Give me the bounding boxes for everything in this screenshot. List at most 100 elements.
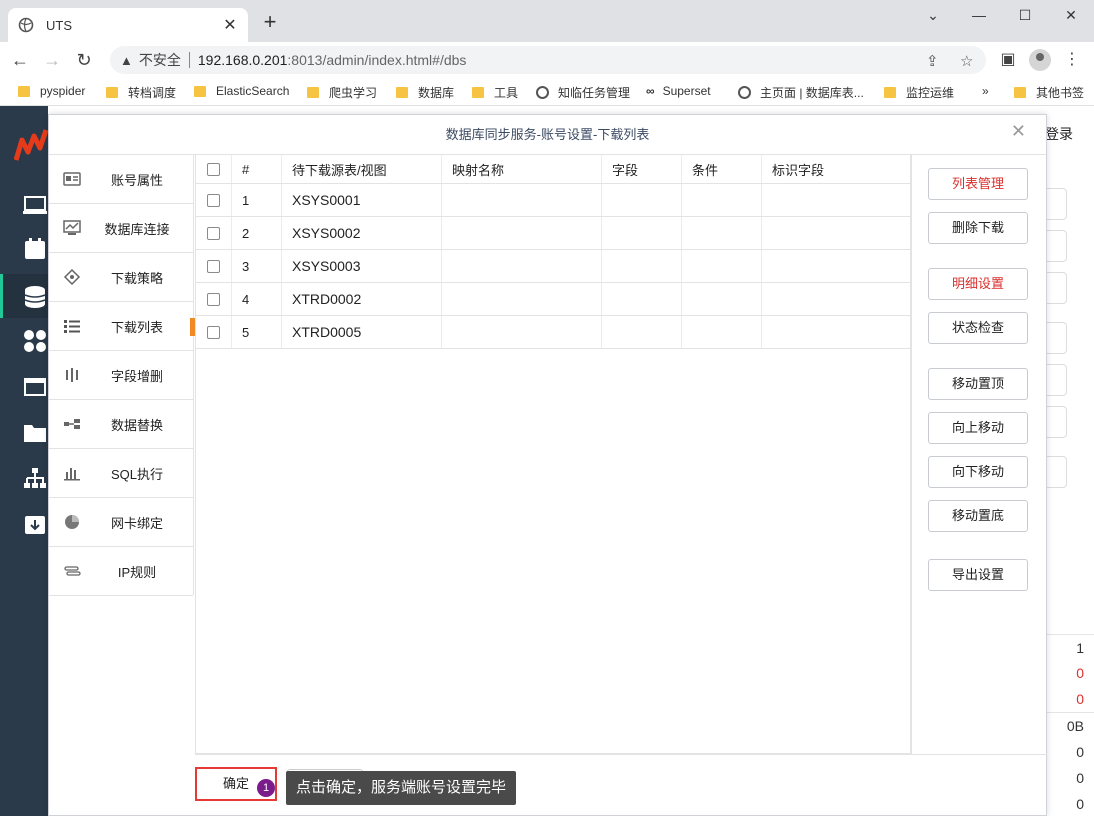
input-box[interactable] [1047,272,1067,304]
tab-search-icon[interactable]: ⌄ [918,4,948,26]
folder-icon [472,87,484,98]
address-bar[interactable]: ▲ 不安全 192.168.0.201:8013/admin/index.htm… [110,46,986,74]
folder-list-icon[interactable] [22,420,48,446]
side-panel-icon[interactable]: ▣ [996,48,1020,72]
menu-icon[interactable]: ⋮ [1060,48,1084,72]
login-link[interactable]: 登录 [1045,124,1073,144]
maximize-icon[interactable]: ☐ [1010,4,1040,26]
new-tab-button[interactable]: + [258,10,282,34]
tab-close-icon[interactable]: ✕ [222,15,238,35]
globe-icon [18,17,34,33]
row-checkbox[interactable] [207,325,220,339]
laptop-icon[interactable] [22,192,48,218]
menu-item-nic-binding[interactable]: 网卡绑定 [49,498,193,547]
table-header: # 待下载源表/视图 映射名称 字段 条件 标识字段 [196,155,910,184]
row-checkbox[interactable] [207,226,220,240]
close-window-icon[interactable]: ✕ [1056,4,1086,26]
table-row[interactable]: 3 XSYS0003 [196,250,910,283]
menu-item-data-replace[interactable]: 数据替换 [49,400,193,449]
bookmarks-more[interactable]: » [982,84,989,98]
input-box[interactable] [1047,456,1067,488]
minimize-icon[interactable]: — [964,4,994,26]
folder-icon [18,85,30,97]
url-path: :8013/admin/index.html#/dbs [287,52,467,68]
globe-icon [536,86,549,99]
window-icon[interactable] [22,374,48,400]
table-row[interactable]: 2 XSYS0002 [196,217,910,250]
share-icon[interactable]: ⇪ [926,52,939,70]
input-box[interactable] [1047,188,1067,220]
id-field [762,184,910,216]
forward-icon[interactable]: → [40,50,64,71]
bookmark-item[interactable]: pyspider [18,84,85,98]
bookmark-item[interactable]: ∞ Superset [646,84,711,98]
menu-label: 字段增删 [110,368,163,384]
move-down-button[interactable]: 向下移动 [928,456,1028,488]
table-row[interactable]: 1 XSYS0001 [196,184,910,217]
diamond-icon [63,269,81,285]
download-box-icon[interactable] [22,512,48,538]
move-bottom-button[interactable]: 移动置底 [928,500,1028,532]
menu-label: 账号属性 [110,172,163,188]
bookmark-item[interactable]: 主页面 | 数据库表... [738,84,864,101]
menu-item-account[interactable]: 账号属性 [49,155,193,204]
database-icon[interactable] [22,284,48,310]
select-all-checkbox[interactable] [207,162,220,176]
app-logo [13,126,49,164]
input-box[interactable] [1047,322,1067,354]
list-manage-button[interactable]: 列表管理 [928,168,1028,200]
monitor-chart-icon [63,220,81,235]
star-icon[interactable]: ☆ [960,52,973,70]
menu-item-ip-rules[interactable]: IP规则 [49,547,193,596]
divider [1047,712,1094,713]
sitemap-icon[interactable] [22,466,48,492]
bookmark-item[interactable]: 爬虫学习 [307,84,377,101]
detail-settings-button[interactable]: 明细设置 [928,268,1028,300]
browser-tabstrip: UTS ✕ + ⌄ — ☐ ✕ [0,0,1094,42]
swap-icon [64,419,80,429]
bar-chart-icon [64,468,80,481]
bookmark-item[interactable]: 知临任务管理 [536,84,630,101]
other-bookmarks[interactable]: 其他书签 [1014,84,1084,101]
menu-item-field-edit[interactable]: 字段增删 [49,351,193,400]
export-settings-button[interactable]: 导出设置 [928,559,1028,591]
bookmark-item[interactable]: 转档调度 [106,84,176,101]
status-check-button[interactable]: 状态检查 [928,312,1028,344]
close-icon[interactable]: ✕ [1011,121,1026,142]
move-top-button[interactable]: 移动置顶 [928,368,1028,400]
bookmark-item[interactable]: 工具 [472,84,518,101]
condition [682,316,762,348]
input-box[interactable] [1047,406,1067,438]
column-header: 条件 [682,155,762,183]
row-checkbox[interactable] [207,259,220,273]
bookmarks-bar: pyspider 转档调度 ElasticSearch 爬虫学习 数据库 工具 … [0,78,1094,106]
back-icon[interactable]: ← [8,50,32,71]
input-box[interactable] [1047,364,1067,396]
profile-avatar[interactable] [1029,49,1051,71]
table-row[interactable]: 4 XTRD0002 [196,283,910,316]
calendar-icon[interactable] [22,236,48,262]
reload-icon[interactable]: ↻ [72,50,96,71]
stat-value: 0 [1076,665,1084,681]
row-select-cell [196,217,232,249]
row-checkbox[interactable] [207,193,220,207]
bookmark-item[interactable]: 数据库 [396,84,454,101]
bookmark-item[interactable]: 监控运维 [884,84,954,101]
menu-label: 数据库连接 [104,221,170,237]
menu-item-db-connection[interactable]: 数据库连接 [49,204,193,253]
menu-item-download-list[interactable]: 下载列表 [49,302,193,351]
fields [602,250,682,282]
move-up-button[interactable]: 向上移动 [928,412,1028,444]
menu-item-sql-exec[interactable]: SQL执行 [49,449,193,498]
delete-download-button[interactable]: 删除下载 [928,212,1028,244]
apps-icon[interactable] [22,328,48,354]
settings-menu: 账号属性 数据库连接 下载策略 下载列表 字段增删 数据替换 SQL执行 网卡绑… [49,155,194,596]
menu-item-download-policy[interactable]: 下载策略 [49,253,193,302]
menu-label: IP规则 [117,564,157,580]
row-checkbox[interactable] [207,292,220,306]
bookmark-item[interactable]: ElasticSearch [194,84,289,98]
table-row[interactable]: 5 XTRD0005 [196,316,910,349]
folder-icon [194,85,206,97]
input-box[interactable] [1047,230,1067,262]
browser-tab[interactable]: UTS ✕ [8,8,248,42]
